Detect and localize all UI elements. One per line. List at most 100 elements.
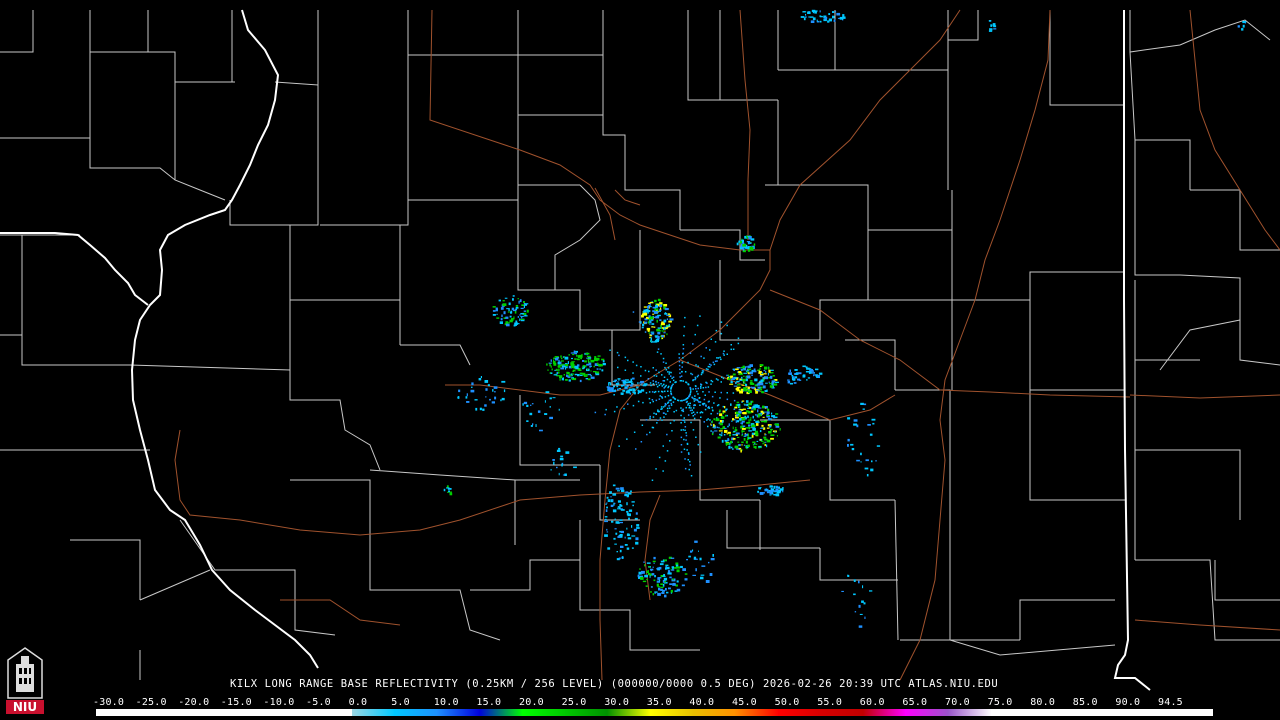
echo-pixel (655, 375, 658, 377)
echo-pixel (628, 517, 630, 520)
echo-pixel (640, 441, 643, 443)
echo-pixel (663, 577, 668, 581)
echo-pixel (757, 382, 760, 384)
echo-pixel (720, 358, 722, 361)
echo-pixel (748, 424, 751, 427)
echo-pixel (624, 369, 627, 371)
echo-pixel (700, 574, 705, 576)
colorscale-segment (181, 709, 225, 716)
echo-pixel (688, 407, 690, 409)
echo-pixel (651, 479, 654, 481)
echo-pixel (764, 376, 768, 380)
echo-pixel (728, 423, 730, 427)
echo-pixel (832, 16, 835, 18)
echo-pixel (762, 385, 766, 389)
echo-pixel (670, 392, 672, 394)
echo-pixel (687, 404, 689, 406)
echo-pixel (764, 390, 767, 392)
echo-pixel (766, 427, 770, 429)
echo-pixel (653, 579, 656, 582)
highway-line (1129, 394, 1280, 399)
echo-pixel (613, 385, 616, 388)
echo-pixel (471, 386, 473, 388)
echo-pixel (682, 348, 685, 350)
echo-pixel (690, 475, 693, 477)
echo-pixel (765, 382, 768, 384)
echo-pixel (709, 366, 711, 368)
echo-pixel (809, 369, 813, 372)
echo-pixel (556, 449, 561, 452)
echo-pixel (676, 584, 678, 587)
echo-pixel (759, 492, 762, 494)
echo-pixel (818, 372, 823, 375)
echo-pixel (567, 361, 569, 364)
echo-pixel (716, 357, 718, 359)
caption-station: KILX (230, 678, 258, 690)
echo-pixel (602, 363, 606, 366)
echo-pixel (687, 452, 690, 454)
echo-pixel (707, 365, 710, 368)
echo-pixel (562, 356, 565, 358)
echo-pixel (754, 378, 758, 382)
echo-pixel (662, 329, 664, 333)
echo-pixel (656, 568, 659, 570)
echo-pixel (633, 391, 636, 395)
echo-pixel (448, 490, 450, 493)
colorscale-segment (607, 709, 651, 716)
echo-pixel (688, 396, 690, 398)
echo-pixel (635, 364, 638, 367)
echo-pixel (586, 357, 588, 359)
echo-pixel (660, 586, 664, 588)
echo-pixel (735, 403, 738, 407)
echo-pixel (458, 389, 461, 393)
echo-pixel (495, 308, 498, 312)
colorscale-segment (735, 709, 779, 716)
echo-pixel (680, 565, 683, 568)
echo-pixel (570, 352, 575, 354)
echo-pixel (662, 380, 664, 382)
echo-pixel (696, 375, 699, 378)
echo-pixel (697, 387, 699, 390)
echo-pixel (655, 399, 658, 402)
echo-pixel (661, 408, 663, 410)
colorscale-label: 5.0 (391, 697, 410, 708)
echo-pixel (769, 494, 772, 496)
echo-pixel (664, 594, 667, 598)
echo-pixel (673, 411, 675, 413)
echo-pixel (735, 432, 740, 435)
county-line (948, 10, 979, 41)
echo-pixel (656, 385, 659, 388)
echo-pixel (647, 321, 650, 324)
echo-pixel (791, 374, 794, 377)
echo-pixel (583, 366, 585, 369)
echo-pixel (500, 318, 503, 321)
echo-pixel (693, 398, 695, 400)
echo-pixel (666, 433, 668, 436)
echo-pixel (626, 527, 628, 530)
colorscale-labels: -30.0 -25.0 -20.0 -15.0 -10.0 -5.0 0.0 5.0 10.0 1… (93, 697, 1205, 709)
echo-pixel (719, 423, 723, 426)
echo-pixel (651, 323, 655, 325)
echo-pixel (650, 331, 655, 333)
echo-pixel (722, 377, 725, 380)
echo-pixel (640, 366, 642, 368)
echo-pixel (993, 25, 997, 28)
echo-pixel (617, 506, 620, 508)
colorscale-segment (692, 709, 736, 716)
echo-pixel (616, 551, 618, 553)
echo-pixel (738, 444, 741, 447)
echo-pixel (736, 420, 740, 423)
echo-pixel (718, 430, 723, 432)
echo-pixel (686, 443, 689, 445)
echo-pixel (755, 414, 757, 416)
echo-pixel (666, 314, 670, 316)
colorscale-label: -25.0 (135, 697, 167, 708)
echo-pixel (661, 419, 663, 421)
echo-pixel (658, 398, 661, 400)
echo-pixel (661, 335, 664, 338)
echo-pixel (666, 333, 668, 336)
echo-pixel (544, 413, 548, 415)
echo-pixel (735, 411, 739, 415)
echo-pixel (503, 389, 506, 393)
echo-pixel (687, 459, 689, 461)
